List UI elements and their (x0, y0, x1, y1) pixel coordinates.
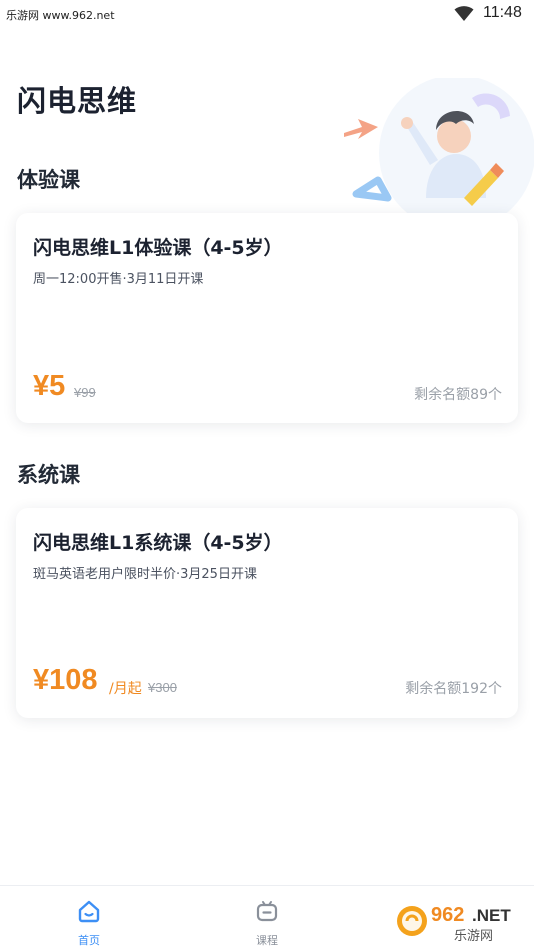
tab-course[interactable]: 课程 (207, 886, 327, 949)
watermark-logo: 962 .NET 乐游网 (394, 897, 530, 945)
tab-course-label: 课程 (256, 934, 278, 947)
tab-home[interactable]: 首页 (29, 886, 149, 949)
course-price: ¥5 (33, 370, 66, 402)
svg-text:962: 962 (431, 904, 464, 926)
course-price: ¥108 (33, 664, 98, 696)
svg-text:乐游网: 乐游网 (454, 929, 493, 944)
tab-home-label: 首页 (78, 934, 100, 947)
section-title-system: 系统课 (17, 463, 80, 487)
svg-text:.NET: .NET (472, 906, 511, 925)
course-old-price: ¥99 (74, 385, 96, 400)
course-subtitle: 斑马英语老用户限时半价·3月25日开课 (33, 567, 257, 582)
course-quota: 剩余名额192个 (405, 681, 502, 697)
course-icon (256, 901, 278, 922)
wifi-icon (454, 6, 474, 21)
course-quota: 剩余名额89个 (414, 387, 502, 403)
page-title: 闪电思维 (17, 84, 138, 118)
hero-illustration (344, 78, 534, 228)
course-subtitle: 周一12:00开售·3月11日开课 (33, 272, 204, 287)
course-card-trial[interactable]: 闪电思维L1体验课（4-5岁） 周一12:00开售·3月11日开课 ¥5 ¥99… (16, 213, 518, 423)
course-old-price: ¥300 (148, 680, 177, 695)
status-watermark-text: 乐游网 www.962.net (6, 9, 115, 22)
course-title: 闪电思维L1系统课（4-5岁） (33, 532, 283, 554)
section-title-trial: 体验课 (17, 168, 80, 192)
course-card-system[interactable]: 闪电思维L1系统课（4-5岁） 斑马英语老用户限时半价·3月25日开课 ¥108… (16, 508, 518, 718)
status-bar: 乐游网 www.962.net 11:48 (0, 0, 534, 28)
course-title: 闪电思维L1体验课（4-5岁） (33, 237, 283, 259)
course-price-unit: /月起 (109, 681, 142, 697)
status-time: 11:48 (483, 4, 522, 21)
home-icon (78, 900, 100, 923)
